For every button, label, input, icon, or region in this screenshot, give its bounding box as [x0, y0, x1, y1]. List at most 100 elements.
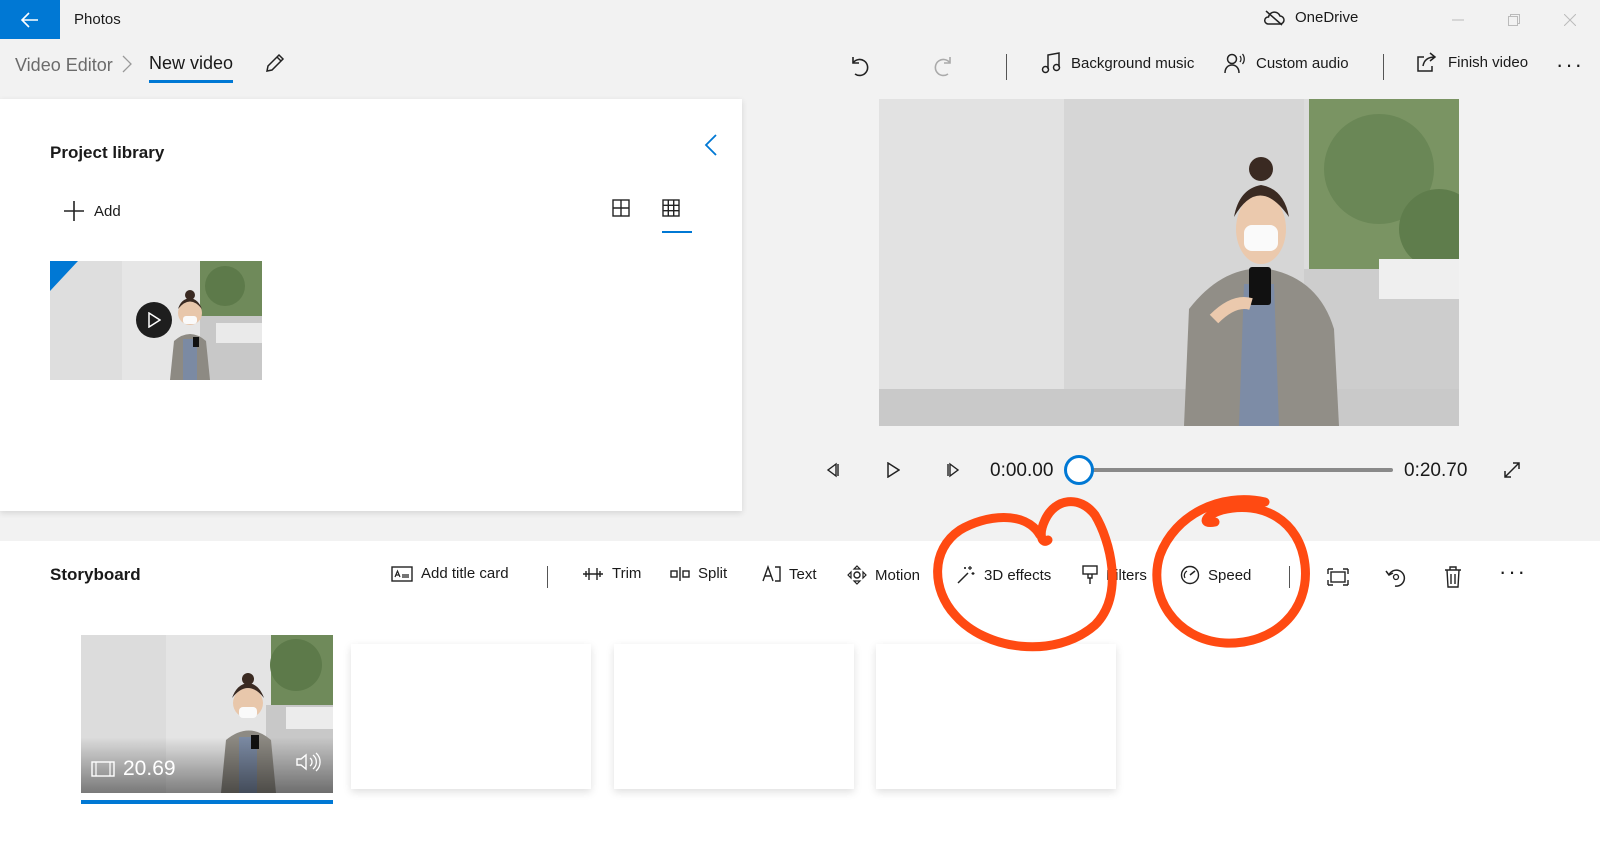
- undo-button[interactable]: [845, 52, 873, 80]
- active-view-indicator: [662, 231, 692, 233]
- play-button[interactable]: [879, 456, 907, 484]
- add-title-card-label: Add title card: [421, 565, 509, 582]
- minimize-icon: [1452, 19, 1464, 21]
- background-music-label: Background music: [1071, 54, 1195, 72]
- toolbar-divider: [1006, 54, 1007, 80]
- storyboard-panel: Storyboard Add title card Trim Split Tex…: [0, 541, 1600, 860]
- split-label: Split: [698, 565, 728, 582]
- share-icon: [1417, 52, 1437, 72]
- film-icon: [91, 761, 115, 777]
- toolbar-divider-2: [1383, 54, 1384, 80]
- empty-storyboard-slot[interactable]: [876, 644, 1116, 789]
- rotate-button[interactable]: [1382, 563, 1410, 591]
- rename-project-button[interactable]: [264, 52, 286, 79]
- speaker-icon: [296, 752, 321, 772]
- add-media-button[interactable]: Add: [64, 201, 121, 221]
- resize-frame-icon: [1327, 568, 1349, 586]
- maximize-button[interactable]: [1502, 8, 1526, 32]
- storyboard-title: Storyboard: [50, 565, 141, 584]
- library-title: Project library: [50, 143, 165, 162]
- chevron-left-icon: [704, 134, 717, 156]
- back-button[interactable]: [0, 0, 60, 39]
- seek-handle[interactable]: [1064, 455, 1094, 485]
- expand-icon: [1504, 462, 1520, 478]
- large-grid-view-button[interactable]: [612, 199, 630, 222]
- cloud-offline-icon: [1264, 9, 1285, 26]
- storyboard-more-button[interactable]: ···: [1499, 559, 1527, 585]
- sparkle-wand-icon: [957, 566, 975, 584]
- trim-icon: [583, 567, 603, 580]
- expand-player-button[interactable]: [1498, 456, 1526, 484]
- app-title: Photos: [74, 11, 121, 28]
- step-back-icon: [826, 462, 839, 478]
- collapse-library-button[interactable]: [704, 133, 718, 162]
- text-label: Text: [789, 565, 817, 583]
- video-preview-frame: [879, 99, 1459, 426]
- seek-bar[interactable]: [1081, 468, 1393, 472]
- finish-video-button[interactable]: Finish video: [1416, 52, 1528, 72]
- pencil-icon: [266, 53, 285, 72]
- person-audio-icon: [1224, 53, 1245, 74]
- current-time: 0:00.00: [990, 460, 1054, 481]
- step-forward-icon: [947, 462, 960, 478]
- speed-label: Speed: [1208, 566, 1252, 584]
- title-card-icon: [391, 565, 413, 582]
- play-overlay-button[interactable]: [136, 302, 172, 338]
- breadcrumb-separator: [122, 55, 132, 78]
- onedrive-status[interactable]: OneDrive: [1263, 9, 1358, 26]
- motion-label: Motion: [875, 566, 921, 584]
- text-icon: [762, 565, 781, 582]
- minimize-button[interactable]: [1446, 8, 1470, 32]
- play-icon: [148, 312, 161, 328]
- motion-icon: [847, 565, 867, 585]
- clip-duration-value: 20.69: [123, 757, 176, 780]
- remove-black-bars-button[interactable]: [1324, 563, 1352, 591]
- more-options-button[interactable]: ···: [1556, 52, 1584, 78]
- small-grid-icon: [662, 199, 680, 217]
- small-grid-view-button[interactable]: [662, 199, 680, 222]
- empty-storyboard-slot[interactable]: [351, 644, 591, 789]
- add-title-card-button[interactable]: Add title card: [391, 565, 509, 582]
- play-icon: [887, 462, 900, 478]
- speed-button[interactable]: Speed: [1180, 565, 1251, 585]
- breadcrumb-video-editor[interactable]: Video Editor: [15, 55, 113, 76]
- rotate-icon: [1385, 569, 1406, 587]
- add-media-label: Add: [94, 202, 121, 220]
- storyboard-divider-2: [1289, 566, 1290, 588]
- next-frame-button[interactable]: [940, 456, 968, 484]
- trim-label: Trim: [612, 565, 642, 582]
- background-music-button[interactable]: Background music: [1041, 52, 1194, 74]
- split-icon: [670, 566, 690, 581]
- library-video-thumbnail[interactable]: [50, 261, 262, 380]
- close-window-button[interactable]: [1558, 8, 1582, 32]
- plus-icon: [64, 201, 84, 221]
- delete-button[interactable]: [1439, 563, 1467, 591]
- video-preview[interactable]: [879, 99, 1459, 426]
- chevron-right-icon: [122, 55, 132, 73]
- speedometer-icon: [1180, 565, 1200, 585]
- clip-duration: 20.69: [91, 757, 176, 781]
- 3d-effects-label: 3D effects: [984, 566, 1052, 584]
- onedrive-label: OneDrive: [1295, 9, 1359, 26]
- motion-button[interactable]: Motion: [847, 565, 920, 585]
- storyboard-clip[interactable]: 20.69: [81, 635, 333, 793]
- project-name[interactable]: New video: [149, 53, 234, 83]
- redo-button[interactable]: [930, 52, 958, 80]
- storyboard-divider: [547, 566, 548, 588]
- filters-label: Filters: [1106, 566, 1147, 584]
- filters-button[interactable]: Filters: [1082, 565, 1147, 585]
- empty-storyboard-slot[interactable]: [614, 644, 854, 789]
- custom-audio-button[interactable]: Custom audio: [1224, 52, 1349, 74]
- trash-icon: [1445, 566, 1461, 588]
- text-button[interactable]: Text: [761, 565, 817, 583]
- redo-icon: [934, 57, 951, 77]
- split-button[interactable]: Split: [670, 565, 727, 582]
- 3d-effects-button[interactable]: 3D effects: [956, 565, 1051, 585]
- project-library-panel: Project library Add: [0, 99, 742, 511]
- trim-button[interactable]: Trim: [582, 565, 641, 582]
- restore-icon: [1508, 14, 1520, 26]
- clip-volume-button[interactable]: [295, 752, 321, 777]
- finish-video-label: Finish video: [1448, 53, 1529, 71]
- back-arrow-icon: [21, 11, 38, 28]
- previous-frame-button[interactable]: [818, 456, 846, 484]
